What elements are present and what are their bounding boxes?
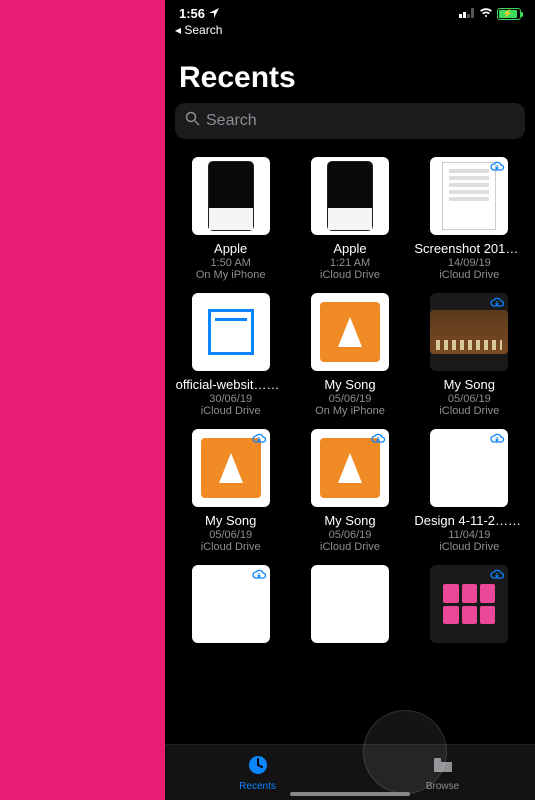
file-name: Apple <box>214 241 247 256</box>
file-thumbnail <box>311 293 389 371</box>
file-name: Apple <box>333 241 366 256</box>
file-name: My Song <box>324 513 375 528</box>
chevron-left-icon: ◂ <box>175 23 181 37</box>
file-item[interactable] <box>412 561 527 654</box>
file-thumbnail <box>192 157 270 235</box>
file-item[interactable]: My Song05/06/19On My iPhone <box>292 289 407 421</box>
back-to-search[interactable]: ◂ Search <box>165 21 535 43</box>
file-meta-location: iCloud Drive <box>201 405 261 417</box>
search-placeholder: Search <box>206 112 257 130</box>
tab-label: Recents <box>239 781 276 792</box>
file-thumbnail <box>192 293 270 371</box>
file-meta-location: iCloud Drive <box>201 541 261 553</box>
file-meta-location: On My iPhone <box>196 269 266 281</box>
signal-icon <box>459 6 475 21</box>
file-thumbnail <box>430 293 508 371</box>
file-meta-location: On My iPhone <box>315 405 385 417</box>
files-grid: Apple1:50 AMOn My iPhoneApple1:21 AMiClo… <box>165 145 535 744</box>
file-meta-time: 1:21 AM <box>330 257 370 269</box>
status-bar: 1:56 ⚡ <box>165 0 535 21</box>
file-meta-location: iCloud Drive <box>320 541 380 553</box>
file-item[interactable]: My Song05/06/19iCloud Drive <box>292 425 407 557</box>
file-name: My Song <box>205 513 256 528</box>
file-item[interactable] <box>292 561 407 654</box>
file-thumbnail <box>311 157 389 235</box>
file-meta-time: 05/06/19 <box>209 529 252 541</box>
file-item[interactable] <box>173 561 288 654</box>
file-item[interactable]: My Song05/06/19iCloud Drive <box>412 289 527 421</box>
page-title: Recents <box>179 61 521 95</box>
file-thumbnail <box>311 429 389 507</box>
file-name: Screenshot 2019-….53 AM <box>414 241 524 256</box>
file-meta-time: 30/06/19 <box>209 393 252 405</box>
file-thumbnail <box>430 429 508 507</box>
file-item[interactable]: My Song05/06/19iCloud Drive <box>173 425 288 557</box>
file-thumbnail <box>430 157 508 235</box>
file-meta-time: 05/06/19 <box>448 393 491 405</box>
search-input[interactable]: Search <box>175 103 525 139</box>
file-meta-time: 14/09/19 <box>448 257 491 269</box>
file-meta-location: iCloud Drive <box>439 541 499 553</box>
tab-label: Browse <box>426 781 459 792</box>
file-thumbnail <box>192 565 270 643</box>
file-item[interactable]: Apple1:21 AMiCloud Drive <box>292 153 407 285</box>
file-item[interactable]: Apple1:50 AMOn My iPhone <box>173 153 288 285</box>
wifi-icon <box>479 6 493 21</box>
home-indicator[interactable] <box>290 792 410 796</box>
location-icon <box>209 6 219 21</box>
file-meta-time: 1:50 AM <box>210 257 250 269</box>
folder-icon <box>431 753 455 780</box>
file-meta-time: 05/06/19 <box>329 529 372 541</box>
file-name: official-websit…12776 <box>176 377 286 392</box>
search-icon <box>185 111 200 131</box>
file-name: My Song <box>444 377 495 392</box>
file-thumbnail <box>192 429 270 507</box>
file-meta-time: 05/06/19 <box>329 393 372 405</box>
file-thumbnail <box>430 565 508 643</box>
back-label: Search <box>184 23 222 37</box>
file-name: My Song <box>324 377 375 392</box>
file-meta-location: iCloud Drive <box>320 269 380 281</box>
file-item[interactable]: Screenshot 2019-….53 AM14/09/19iCloud Dr… <box>412 153 527 285</box>
file-meta-location: iCloud Drive <box>439 405 499 417</box>
status-time: 1:56 <box>179 6 205 21</box>
file-item[interactable]: Design 4-11-2….42 AM11/04/19iCloud Drive <box>412 425 527 557</box>
files-app-screen: 1:56 ⚡ ◂ Search Recents Search A <box>165 0 535 800</box>
file-meta-time: 11/04/19 <box>448 529 490 541</box>
clock-icon <box>246 753 270 780</box>
page-header: Recents <box>165 43 535 103</box>
battery-icon: ⚡ <box>497 8 521 20</box>
annotation-sidebar <box>0 0 165 800</box>
file-meta-location: iCloud Drive <box>439 269 499 281</box>
file-thumbnail <box>311 565 389 643</box>
file-name: Design 4-11-2….42 AM <box>414 513 524 528</box>
file-item[interactable]: official-websit…1277630/06/19iCloud Driv… <box>173 289 288 421</box>
